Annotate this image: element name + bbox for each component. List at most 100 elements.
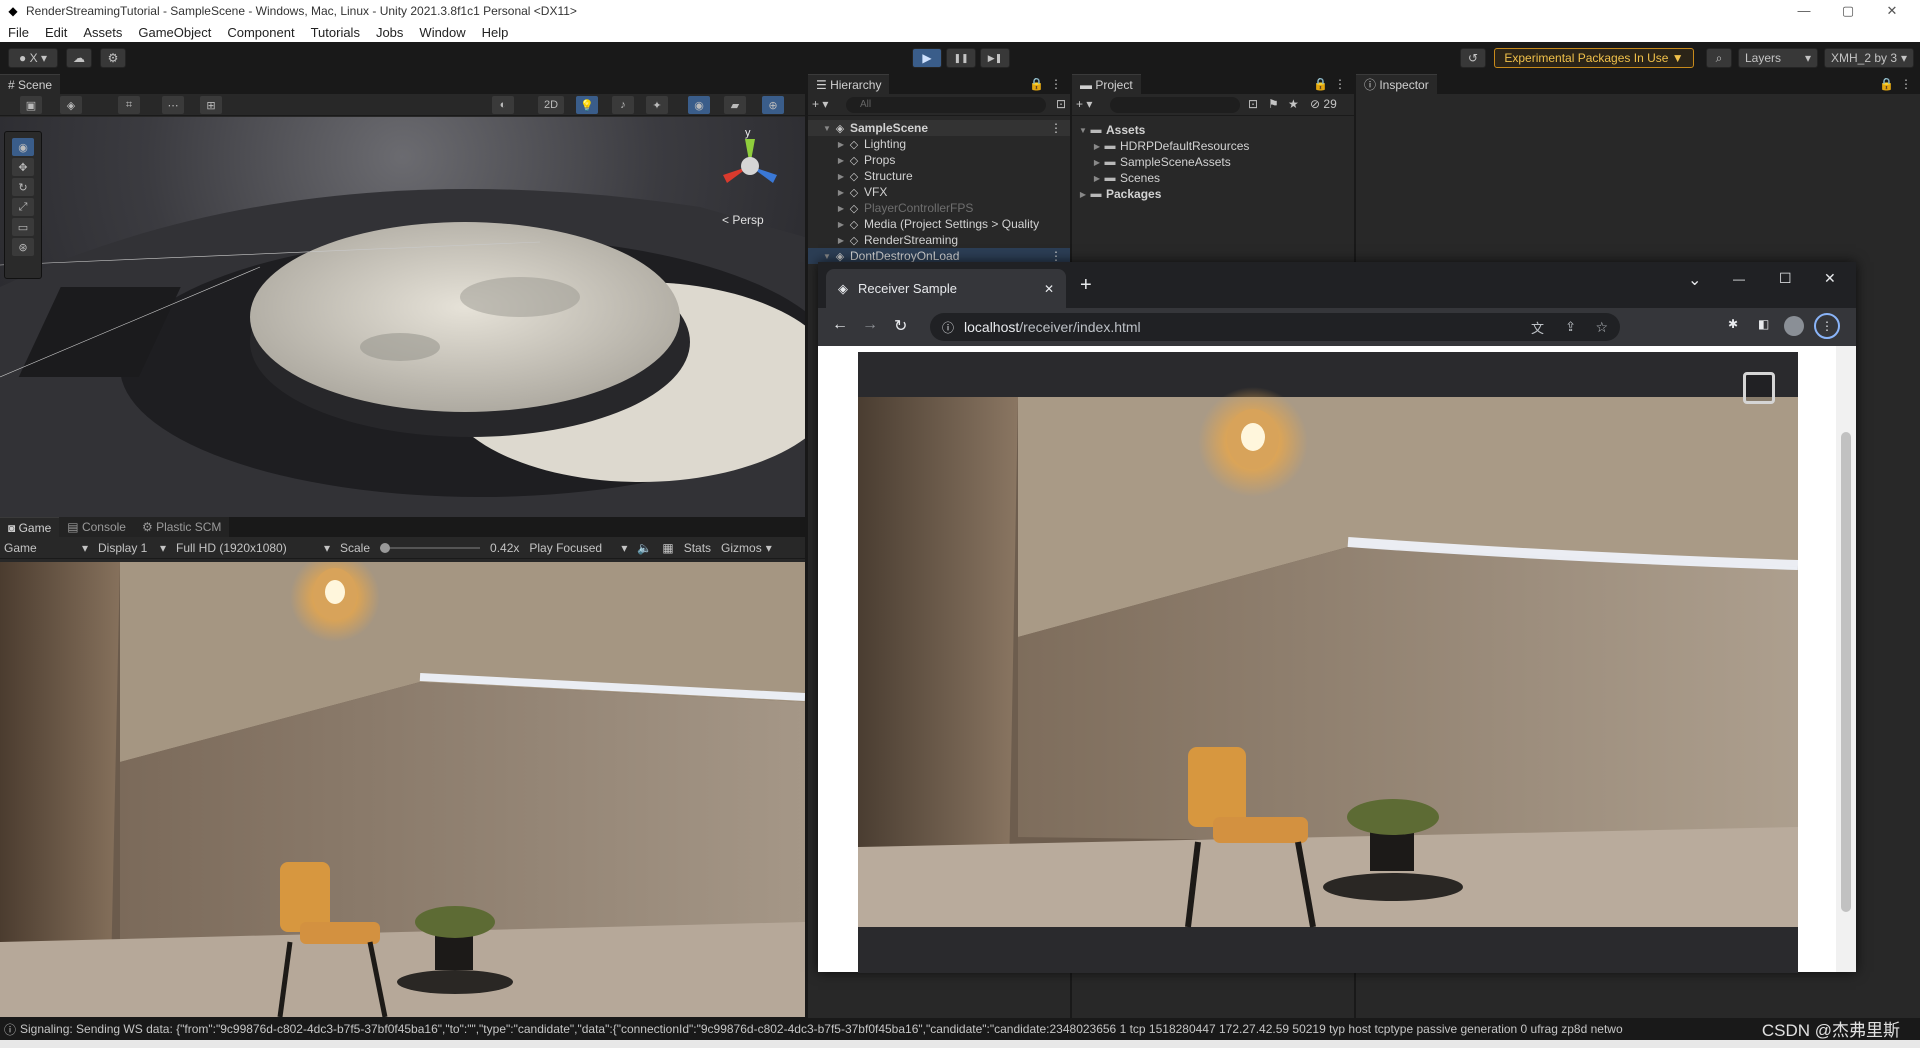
site-info-icon[interactable]: ⓘ	[942, 319, 954, 336]
browser-close-button[interactable]: ✕	[1824, 270, 1836, 287]
expand-toggle-icon[interactable]: ▶	[836, 156, 846, 165]
visibility-icon[interactable]: ◉	[688, 96, 710, 114]
filter-by-type-icon[interactable]: ⊡	[1248, 97, 1258, 111]
menu-file[interactable]: File	[8, 25, 29, 40]
play-focused-dropdown[interactable]: Play Focused ▾	[529, 541, 627, 555]
project-folder-row[interactable]: ▶ ▬ Packages	[1072, 186, 1161, 202]
reload-icon[interactable]: ↻	[894, 316, 907, 336]
stats-button[interactable]: Stats	[684, 541, 711, 555]
transform-all-icon[interactable]: ⊛	[12, 238, 34, 256]
hierarchy-row[interactable]: ▶ ◇ Media (Project Settings > Quality	[808, 216, 1070, 232]
forward-icon[interactable]: →	[862, 316, 878, 334]
search-icon[interactable]: ⌕	[1706, 48, 1732, 68]
menu-jobs[interactable]: Jobs	[376, 25, 403, 40]
tab-plastic-scm[interactable]: ⚙ Plastic SCM	[133, 517, 230, 537]
pause-button[interactable]: ❚❚	[946, 48, 976, 68]
expand-toggle-icon[interactable]: ▼	[822, 124, 832, 133]
layout-dropdown[interactable]: XMH_2 by 3 ▾	[1824, 48, 1914, 68]
scene-viewport[interactable]: ◉ ✥ ↻ ⤢ ▭ ⊛ y < Persp	[0, 117, 805, 517]
step-button[interactable]: ▶❚	[980, 48, 1010, 68]
side-panel-icon[interactable]: ◧	[1758, 317, 1769, 331]
menu-component[interactable]: Component	[227, 25, 294, 40]
hierarchy-row[interactable]: ▶ ◇ PlayerControllerFPS	[808, 200, 1070, 216]
snap-icon[interactable]: ⋯	[162, 96, 184, 114]
scale-slider-thumb[interactable]	[380, 542, 391, 553]
history-icon[interactable]: ↺	[1460, 48, 1486, 68]
share-icon[interactable]: ⇪	[1565, 319, 1576, 335]
menu-edit[interactable]: Edit	[45, 25, 67, 40]
more-icon[interactable]: ⋮	[1050, 77, 1062, 91]
hierarchy-row[interactable]: ▶ ◇ Structure	[808, 168, 1070, 184]
expand-toggle-icon[interactable]: ▼	[1078, 126, 1088, 135]
grid-snap-icon[interactable]: ⊞	[200, 96, 222, 114]
lock-icon[interactable]: 🔒	[1879, 77, 1894, 91]
browser-menu-icon[interactable]: ⋮	[1814, 313, 1840, 339]
hierarchy-row[interactable]: ▶ ◇ RenderStreaming	[808, 232, 1070, 248]
menu-gameobject[interactable]: GameObject	[138, 25, 211, 40]
project-search-input[interactable]	[1110, 97, 1240, 113]
add-icon[interactable]: + ▾	[1076, 97, 1092, 111]
expand-toggle-icon[interactable]: ▶	[1092, 158, 1102, 167]
more-icon[interactable]: ⋮	[1050, 121, 1062, 135]
extensions-icon[interactable]: ✱	[1728, 317, 1738, 331]
expand-toggle-icon[interactable]: ▼	[822, 252, 832, 261]
browser-tab-receiver-sample[interactable]: ◈ Receiver Sample ✕	[826, 269, 1066, 308]
remote-video-stream[interactable]	[858, 352, 1798, 973]
lock-icon[interactable]: 🔒	[1029, 77, 1044, 91]
expand-toggle-icon[interactable]: ▶	[836, 204, 846, 213]
page-scrollbar[interactable]	[1836, 346, 1856, 972]
tab-console[interactable]: ▤ Console	[59, 517, 134, 537]
scale-tool-icon[interactable]: ⤢	[12, 198, 34, 216]
more-icon[interactable]: ⋮	[1334, 77, 1346, 91]
play-button[interactable]: ▶	[912, 48, 942, 68]
maximize-button[interactable]: ▢	[1826, 0, 1870, 22]
game-mode-dropdown[interactable]: Game ▾	[4, 541, 88, 555]
expand-toggle-icon[interactable]: ▶	[1092, 174, 1102, 183]
close-tab-icon[interactable]: ✕	[1044, 282, 1054, 296]
status-message[interactable]: Signaling: Sending WS data: {"from":"9c9…	[20, 1022, 1623, 1036]
persp-label[interactable]: < Persp	[722, 213, 764, 227]
view-tool-icon[interactable]: ◉	[12, 138, 34, 156]
profile-avatar[interactable]	[1784, 316, 1804, 336]
expand-toggle-icon[interactable]: ▶	[1092, 142, 1102, 151]
expand-toggle-icon[interactable]: ▶	[836, 236, 846, 245]
tab-hierarchy[interactable]: ☰ Hierarchy	[808, 74, 890, 94]
menu-tutorials[interactable]: Tutorials	[311, 25, 360, 40]
cloud-icon[interactable]: ☁	[66, 48, 92, 68]
draw-mode-icon[interactable]: ▣	[20, 96, 42, 114]
tab-inspector[interactable]: ⓘ Inspector	[1356, 74, 1437, 94]
move-tool-icon[interactable]: ✥	[12, 158, 34, 176]
mute-audio-icon[interactable]: 🔈	[637, 541, 652, 555]
minimize-button[interactable]: —	[1782, 0, 1826, 22]
more-icon[interactable]: ⋮	[1050, 249, 1062, 263]
display-dropdown[interactable]: Display 1 ▾	[98, 541, 166, 555]
tab-game[interactable]: ◙ Game	[0, 517, 60, 537]
effects-icon[interactable]: ✦	[646, 96, 668, 114]
rect-tool-icon[interactable]: ▭	[12, 218, 34, 236]
new-tab-button[interactable]: +	[1080, 274, 1092, 297]
resolution-dropdown[interactable]: Full HD (1920x1080) ▾	[176, 541, 330, 555]
expand-toggle-icon[interactable]: ▶	[836, 172, 846, 181]
experimental-packages-badge[interactable]: Experimental Packages In Use ▼	[1494, 48, 1694, 68]
add-icon[interactable]: + ▾	[812, 97, 828, 111]
expand-toggle-icon[interactable]: ▶	[1078, 190, 1088, 199]
fullscreen-icon[interactable]	[1743, 372, 1775, 404]
collab-icon[interactable]: ⚙	[100, 48, 126, 68]
bookmark-star-icon[interactable]: ☆	[1595, 319, 1608, 336]
tab-scene[interactable]: # Scene	[0, 74, 61, 94]
gizmos-dropdown[interactable]: Gizmos ▾	[721, 541, 772, 555]
project-folder-row[interactable]: ▶ ▬ HDRPDefaultResources	[1072, 138, 1249, 154]
star-icon[interactable]: ★	[1288, 97, 1299, 111]
lighting-icon[interactable]: 💡	[576, 96, 598, 114]
audio-icon[interactable]: ♪	[612, 96, 634, 114]
browser-maximize-button[interactable]: ☐	[1779, 270, 1792, 287]
tab-project[interactable]: ▬ Project	[1072, 74, 1141, 94]
rotate-tool-icon[interactable]: ↻	[12, 178, 34, 196]
layers-dropdown[interactable]: Layers ▾	[1738, 48, 1818, 68]
browser-minimize-button[interactable]: —	[1733, 272, 1745, 286]
expand-toggle-icon[interactable]: ▶	[836, 140, 846, 149]
menu-window[interactable]: Window	[419, 25, 465, 40]
hierarchy-row[interactable]: ▶ ◇ VFX	[808, 184, 1070, 200]
filter-by-label-icon[interactable]: ⚑	[1268, 97, 1279, 111]
url-input[interactable]: ⓘ localhost/receiver/index.html 文 ⇪ ☆	[930, 313, 1620, 341]
